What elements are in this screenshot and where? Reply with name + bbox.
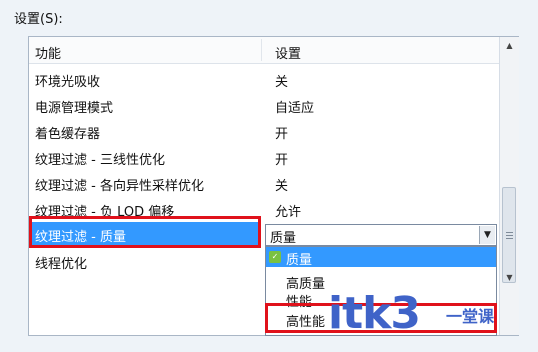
scroll-up-icon[interactable]: ▲ bbox=[500, 37, 519, 55]
setting-value: 允许 bbox=[275, 205, 302, 220]
column-setting[interactable]: 设置 bbox=[275, 43, 301, 62]
list-item[interactable]: 电源管理模式 自适应 bbox=[29, 93, 499, 119]
watermark-logo: itk3 bbox=[328, 288, 421, 339]
list-header: 功能 设置 bbox=[29, 37, 499, 64]
chevron-down-icon[interactable]: ▼ bbox=[479, 226, 495, 244]
watermark-suffix: 一堂课 bbox=[446, 307, 495, 326]
list-item[interactable]: 纹理过滤 - 三线性优化 开 bbox=[29, 145, 499, 171]
setting-name: 纹理过滤 - 三线性优化 bbox=[35, 153, 165, 168]
setting-value: 关 bbox=[275, 179, 289, 194]
list-item[interactable]: 环境光吸收 关 bbox=[29, 67, 499, 93]
nvidia-icon: ✓ bbox=[269, 251, 281, 263]
setting-value: 自适应 bbox=[275, 101, 315, 116]
quality-select-value: 质量 bbox=[270, 231, 297, 246]
settings-list[interactable]: 功能 设置 环境光吸收 关 电源管理模式 自适应 着色缓存器 开 纹理过滤 - … bbox=[28, 36, 519, 336]
setting-value: 开 bbox=[275, 153, 289, 168]
setting-value: 关 bbox=[275, 75, 289, 90]
scroll-down-icon[interactable]: ▼ bbox=[500, 269, 519, 287]
quality-select[interactable]: 质量 ▼ bbox=[265, 224, 497, 246]
setting-name: 着色缓存器 bbox=[35, 127, 101, 142]
grip-icon bbox=[506, 232, 513, 233]
dropdown-option[interactable]: ✓ 质量 bbox=[266, 247, 496, 268]
list-item[interactable]: 线程优化 bbox=[29, 249, 261, 275]
setting-name: 线程优化 bbox=[35, 257, 88, 272]
column-divider bbox=[261, 39, 262, 61]
setting-name: 纹理过滤 - 各向异性采样优化 bbox=[35, 179, 204, 194]
setting-name: 环境光吸收 bbox=[35, 75, 101, 90]
column-feature[interactable]: 功能 bbox=[35, 43, 61, 62]
settings-label: 设置(S): bbox=[14, 12, 63, 27]
scrollbar[interactable]: ▲ ▼ bbox=[499, 37, 519, 335]
highlight-box-row bbox=[29, 216, 261, 248]
setting-value: 开 bbox=[275, 127, 289, 142]
list-item[interactable]: 着色缓存器 开 bbox=[29, 119, 499, 145]
list-item[interactable]: 纹理过滤 - 各向异性采样优化 关 bbox=[29, 171, 499, 197]
setting-name: 电源管理模式 bbox=[35, 101, 114, 116]
